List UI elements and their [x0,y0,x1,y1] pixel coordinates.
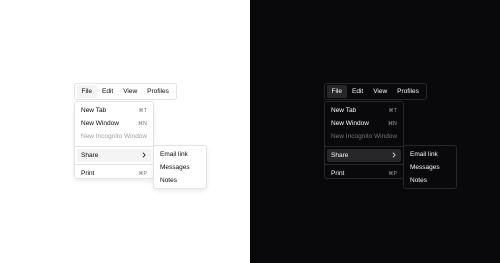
menu-item-print[interactable]: Print ⌘P [77,167,151,180]
menu-item-new-tab[interactable]: New Tab ⌘T [327,104,401,117]
shortcut-label: ⌘T [388,107,397,114]
menu-item-new-incognito-window: New Incognito Window [327,130,401,143]
menu-item-label: New Tab [331,107,357,114]
menu-item-share[interactable]: Share [327,148,401,162]
menu-item-label: Messages [410,164,440,171]
menubar-profiles[interactable]: Profiles [392,85,424,98]
shortcut-label: ⌘N [387,120,397,127]
menu-item-label: New Incognito Window [81,133,148,140]
menubar-view[interactable]: View [118,85,142,98]
light-theme-panel: File Edit View Profiles New Tab ⌘T New W… [0,0,250,263]
menubar-file[interactable]: File [326,85,347,98]
menubar: File Edit View Profiles [324,83,427,100]
menu-item-new-incognito-window: New Incognito Window [77,130,151,143]
menu-separator [325,145,403,147]
menu-item-label: Print [81,170,95,178]
dark-theme-panel: File Edit View Profiles New Tab ⌘T New W… [250,0,500,263]
menu-item-label: Print [331,170,345,178]
menu-separator [325,164,403,165]
menu-item-label: New Window [331,120,369,127]
chevron-right-icon [392,152,396,158]
menu-separator [75,164,153,165]
shortcut-label: ⌘P [138,170,147,177]
menu-separator [75,145,153,147]
menu-item-label: Share [81,151,99,159]
share-submenu: Email link Messages Notes [403,145,457,189]
menu-item-label: Notes [160,177,177,184]
menubar-edit[interactable]: Edit [347,85,368,98]
menu-item-label: New Window [81,120,119,127]
shortcut-label: ⌘T [138,107,147,114]
chevron-right-icon [142,152,146,158]
file-menu: New Tab ⌘T New Window ⌘N New Incognito W… [74,101,154,179]
menu-item-label: Email link [160,151,188,158]
menu-item-new-window[interactable]: New Window ⌘N [327,117,401,130]
menu-item-new-tab[interactable]: New Tab ⌘T [77,104,151,117]
menu-item-messages[interactable]: Messages [156,161,204,174]
share-submenu: Email link Messages Notes [153,145,207,189]
file-menu: New Tab ⌘T New Window ⌘N New Incognito W… [324,101,404,179]
menu-item-new-window[interactable]: New Window ⌘N [77,117,151,130]
menubar-profiles[interactable]: Profiles [142,85,174,98]
menu-item-print[interactable]: Print ⌘P [327,167,401,180]
menu-item-label: New Tab [81,107,107,114]
menu-item-share[interactable]: Share [77,148,151,162]
menu-item-messages[interactable]: Messages [406,161,454,174]
menu-item-email-link[interactable]: Email link [406,148,454,161]
shortcut-label: ⌘N [137,120,147,127]
menu-item-notes[interactable]: Notes [406,174,454,187]
menubar-file[interactable]: File [76,85,97,98]
menu-item-notes[interactable]: Notes [156,174,204,187]
menu-item-email-link[interactable]: Email link [156,148,204,161]
menu-item-label: Share [331,151,349,159]
menu-item-label: New Incognito Window [331,133,398,140]
menu-item-label: Notes [410,177,427,184]
shortcut-label: ⌘P [388,170,397,177]
menu-item-label: Messages [160,164,190,171]
menubar-edit[interactable]: Edit [97,85,118,98]
menubar-view[interactable]: View [368,85,392,98]
menubar: File Edit View Profiles [74,83,177,100]
menu-item-label: Email link [410,151,438,158]
